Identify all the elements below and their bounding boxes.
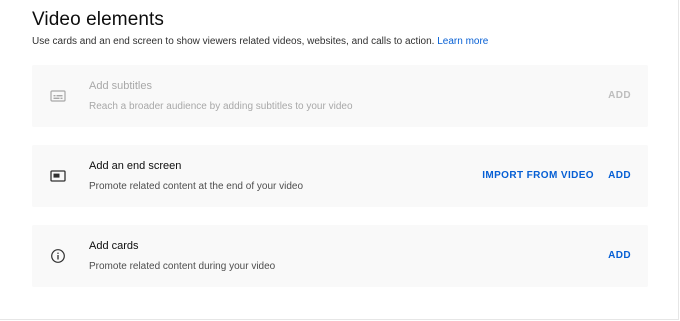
add-subtitles-button[interactable]: ADD: [608, 89, 631, 103]
import-from-video-button[interactable]: IMPORT FROM VIDEO: [482, 169, 594, 183]
end-screen-card: Add an end screen Promote related conten…: [32, 145, 648, 207]
add-end-screen-button[interactable]: ADD: [608, 169, 631, 183]
cards-card: Add cards Promote related content during…: [32, 225, 648, 287]
description-text: Use cards and an end screen to show view…: [32, 36, 435, 47]
learn-more-link[interactable]: Learn more: [437, 36, 488, 47]
subtitles-title: Add subtitles: [89, 80, 152, 92]
end-screen-icon: [49, 167, 67, 185]
page-title: Video elements: [32, 9, 165, 30]
subtitles-description: Reach a broader audience by adding subti…: [89, 101, 353, 112]
page-description: Use cards and an end screen to show view…: [32, 35, 488, 49]
cards-description: Promote related content during your vide…: [89, 261, 276, 272]
add-cards-button[interactable]: ADD: [608, 249, 631, 263]
info-icon: [49, 247, 67, 265]
subtitles-icon: [49, 87, 67, 105]
end-screen-description: Promote related content at the end of yo…: [89, 181, 304, 192]
end-screen-title: Add an end screen: [89, 160, 182, 172]
cards-title: Add cards: [89, 240, 139, 252]
subtitles-card: Add subtitles Reach a broader audience b…: [32, 65, 648, 127]
